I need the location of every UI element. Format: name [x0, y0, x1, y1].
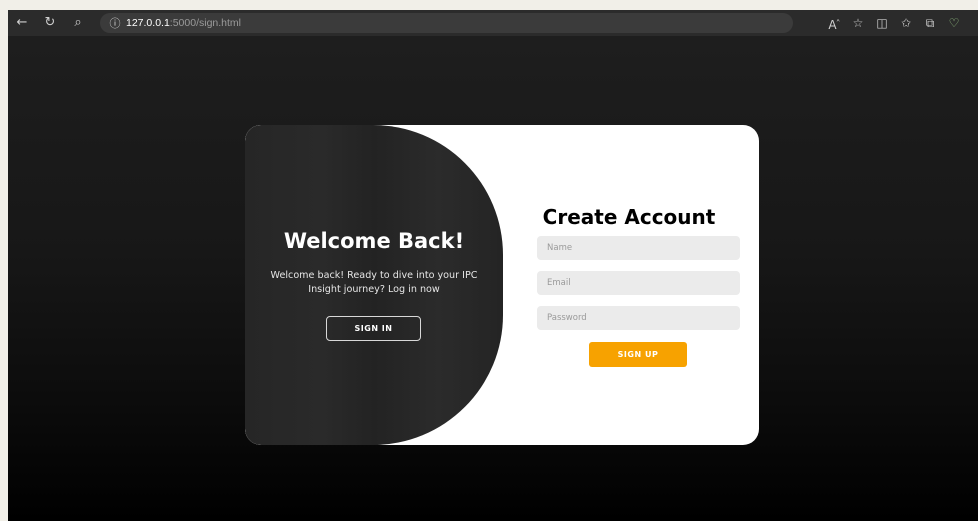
sign-up-button[interactable]: SIGN UP	[589, 342, 687, 367]
back-arrow-icon[interactable]: ←	[8, 10, 36, 36]
auth-card: Welcome Back! Welcome back! Ready to div…	[245, 125, 759, 445]
split-screen-icon[interactable]: ◫	[870, 10, 894, 36]
browser-toolbar: ← ↻ ⌕ ⓘ 127.0.0.1:5000/sign.html Aᴬ ☆ ◫ …	[8, 10, 978, 36]
sign-in-button[interactable]: SIGN IN	[326, 316, 421, 341]
email-field[interactable]	[537, 271, 740, 295]
page-viewport: Welcome Back! Welcome back! Ready to div…	[8, 36, 978, 521]
refresh-icon[interactable]: ↻	[36, 10, 64, 36]
welcome-message: Welcome back! Ready to dive into your IP…	[270, 270, 478, 295]
read-aloud-icon[interactable]: Aᴬ	[822, 10, 846, 38]
browser-window: ← ↻ ⌕ ⓘ 127.0.0.1:5000/sign.html Aᴬ ☆ ◫ …	[8, 10, 978, 521]
favorite-star-icon[interactable]: ☆	[846, 10, 870, 36]
toolbar-actions: Aᴬ ☆ ◫ ✩ ⧉ ♡	[822, 10, 966, 36]
url-path: :5000/sign.html	[169, 17, 242, 29]
health-icon[interactable]: ♡	[942, 10, 966, 36]
url-host: 127.0.0.1	[126, 17, 170, 29]
form-title: Create Account	[542, 205, 716, 229]
url-text: 127.0.0.1:5000/sign.html	[126, 17, 241, 29]
welcome-panel: Welcome Back! Welcome back! Ready to div…	[245, 125, 503, 445]
collections-icon[interactable]: ⧉	[918, 10, 942, 36]
welcome-title: Welcome Back!	[283, 229, 465, 253]
password-field[interactable]	[537, 306, 740, 330]
info-icon[interactable]: ⓘ	[104, 15, 126, 31]
name-field[interactable]	[537, 236, 740, 260]
address-bar[interactable]: ⓘ 127.0.0.1:5000/sign.html	[100, 13, 793, 33]
favorites-list-icon[interactable]: ✩	[894, 10, 918, 36]
search-icon[interactable]: ⌕	[64, 10, 92, 36]
